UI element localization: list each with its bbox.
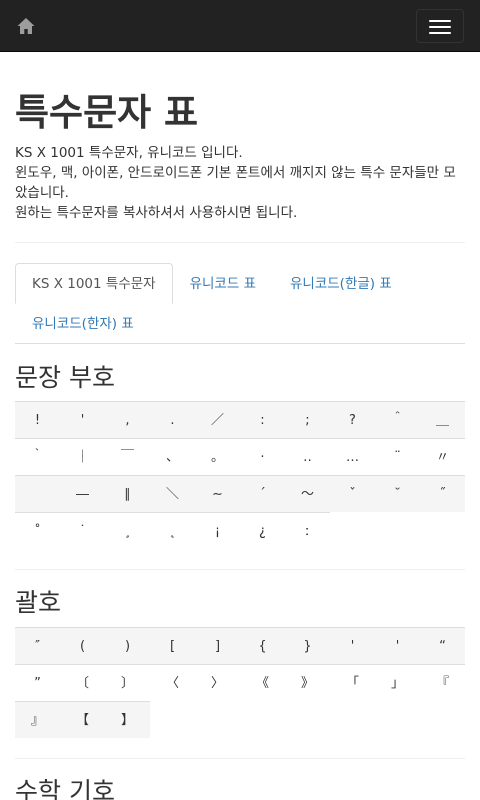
char-cell[interactable]: 》: [285, 664, 330, 701]
char-cell[interactable]: ˙: [60, 512, 105, 549]
char-cell[interactable]: ˝: [420, 475, 465, 512]
tab-unicode-hangul[interactable]: 유니코드(한글) 표: [273, 263, 409, 304]
char-cell[interactable]: ': [375, 627, 420, 664]
char-cell[interactable]: 「: [330, 664, 375, 701]
char-cell[interactable]: 【: [60, 701, 105, 738]
char-cell[interactable]: ￣: [105, 438, 150, 475]
intro-line: 윈도우, 맥, 아이폰, 안드로이드폰 기본 폰트에서 깨지지 않는 특수 문자…: [15, 165, 456, 201]
divider: [15, 569, 465, 570]
char-cell[interactable]: :: [240, 401, 285, 438]
char-cell[interactable]: …: [330, 438, 375, 475]
char-cell[interactable]: 『: [420, 664, 465, 701]
char-cell[interactable]: ·: [240, 438, 285, 475]
intro-text: KS X 1001 특수문자, 유니코드 입니다. 윈도우, 맥, 아이폰, 안…: [15, 143, 465, 223]
char-cell[interactable]: .: [150, 401, 195, 438]
char-cell[interactable]: ˇ: [330, 475, 375, 512]
char-grid-brackets: ″()[]{} ' ' “” 〔〕〈〉《》「」『』【】: [15, 627, 465, 738]
char-cell[interactable]: 〔: [60, 664, 105, 701]
char-cell[interactable]: 〃: [420, 438, 465, 475]
section-title-punctuation: 문장 부호: [15, 363, 115, 392]
main-content: 특수문자 표 KS X 1001 특수문자, 유니코드 입니다. 윈도우, 맥,…: [0, 90, 480, 800]
char-cell[interactable]: “: [420, 627, 465, 664]
section-title-brackets: 괄호: [15, 588, 62, 617]
char-cell[interactable]: ～: [285, 475, 330, 512]
char-cell[interactable]: 。: [195, 438, 240, 475]
char-cell[interactable]: ”: [15, 664, 60, 701]
char-cell[interactable]: ´: [240, 475, 285, 512]
tab-unicode-hanja[interactable]: 유니코드(한자) 표: [15, 303, 151, 344]
char-cell[interactable]: ¸: [105, 512, 150, 549]
char-cell[interactable]: ]: [195, 627, 240, 664]
navbar-toggle-button[interactable]: [416, 9, 464, 43]
divider: [15, 242, 465, 243]
char-cell[interactable]: ／: [195, 401, 240, 438]
char-cell[interactable]: 』: [15, 701, 60, 738]
char-cell[interactable]: ˚: [15, 512, 60, 549]
char-cell[interactable]: ―: [60, 475, 105, 512]
char-cell[interactable]: ': [330, 627, 375, 664]
char-cell[interactable]: ?: [330, 401, 375, 438]
tab-unicode[interactable]: 유니코드 표: [173, 263, 273, 304]
char-cell[interactable]: 〕: [105, 664, 150, 701]
char-cell[interactable]: ‥: [285, 438, 330, 475]
home-icon[interactable]: [15, 15, 37, 37]
hamburger-menu-icon: [429, 20, 451, 22]
tab-bar: KS X 1001 특수문자 유니코드 표 유니코드(한글) 표 유니코드(한자…: [15, 263, 465, 344]
char-cell[interactable]: ＿: [420, 401, 465, 438]
char-cell[interactable]: ＼: [150, 475, 195, 512]
char-cell[interactable]: ¨: [375, 438, 420, 475]
char-cell[interactable]: ˘: [375, 475, 420, 512]
char-cell[interactable]: {: [240, 627, 285, 664]
char-cell[interactable]: [: [150, 627, 195, 664]
char-cell[interactable]: ¿: [240, 512, 285, 549]
char-cell[interactable]: 、: [150, 438, 195, 475]
char-grid-punctuation: ! ',. ／:;? ＾ ＿ ｀ ｜ ￣、。 · ‥… ¨ 〃 ― ∥ ＼ ∼ ´ ～ ˇ ˘ ˝ ˚ ˙ ¸ ˛ ¡ ¿ ː: [15, 401, 465, 549]
char-cell[interactable]: ∥: [105, 475, 150, 512]
divider: [15, 758, 465, 759]
char-cell[interactable]: ″: [15, 627, 60, 664]
intro-line: 원하는 특수문자를 복사하셔서 사용하시면 됩니다.: [15, 205, 298, 221]
char-cell[interactable]: ': [60, 401, 105, 438]
char-cell[interactable]: (: [60, 627, 105, 664]
tab-ksx1001[interactable]: KS X 1001 특수문자: [15, 263, 173, 304]
section-title-math: 수학 기호: [15, 777, 115, 800]
char-cell[interactable]: ¡: [195, 512, 240, 549]
char-cell[interactable]: ˛: [150, 512, 195, 549]
char-cell[interactable]: 《: [240, 664, 285, 701]
char-cell[interactable]: 〉: [195, 664, 240, 701]
char-cell[interactable]: }: [285, 627, 330, 664]
page-title: 특수문자 표: [15, 91, 199, 134]
char-cell[interactable]: 〈: [150, 664, 195, 701]
intro-line: KS X 1001 특수문자, 유니코드 입니다.: [15, 145, 243, 161]
char-cell[interactable]: ,: [105, 401, 150, 438]
char-cell[interactable]: ;: [285, 401, 330, 438]
char-cell[interactable]: !: [15, 401, 60, 438]
char-cell[interactable]: ＾: [375, 401, 420, 438]
char-cell[interactable]: ∼: [195, 475, 240, 512]
char-cell[interactable]: [15, 475, 60, 512]
hamburger-menu-icon: [429, 26, 451, 28]
hamburger-menu-icon: [429, 32, 451, 34]
char-cell[interactable]: ː: [285, 512, 330, 549]
char-cell[interactable]: 】: [105, 701, 150, 738]
char-cell[interactable]: ｜: [60, 438, 105, 475]
char-cell[interactable]: ｀: [15, 438, 60, 475]
char-cell[interactable]: ): [105, 627, 150, 664]
char-cell[interactable]: 」: [375, 664, 420, 701]
top-navbar: [0, 0, 480, 52]
